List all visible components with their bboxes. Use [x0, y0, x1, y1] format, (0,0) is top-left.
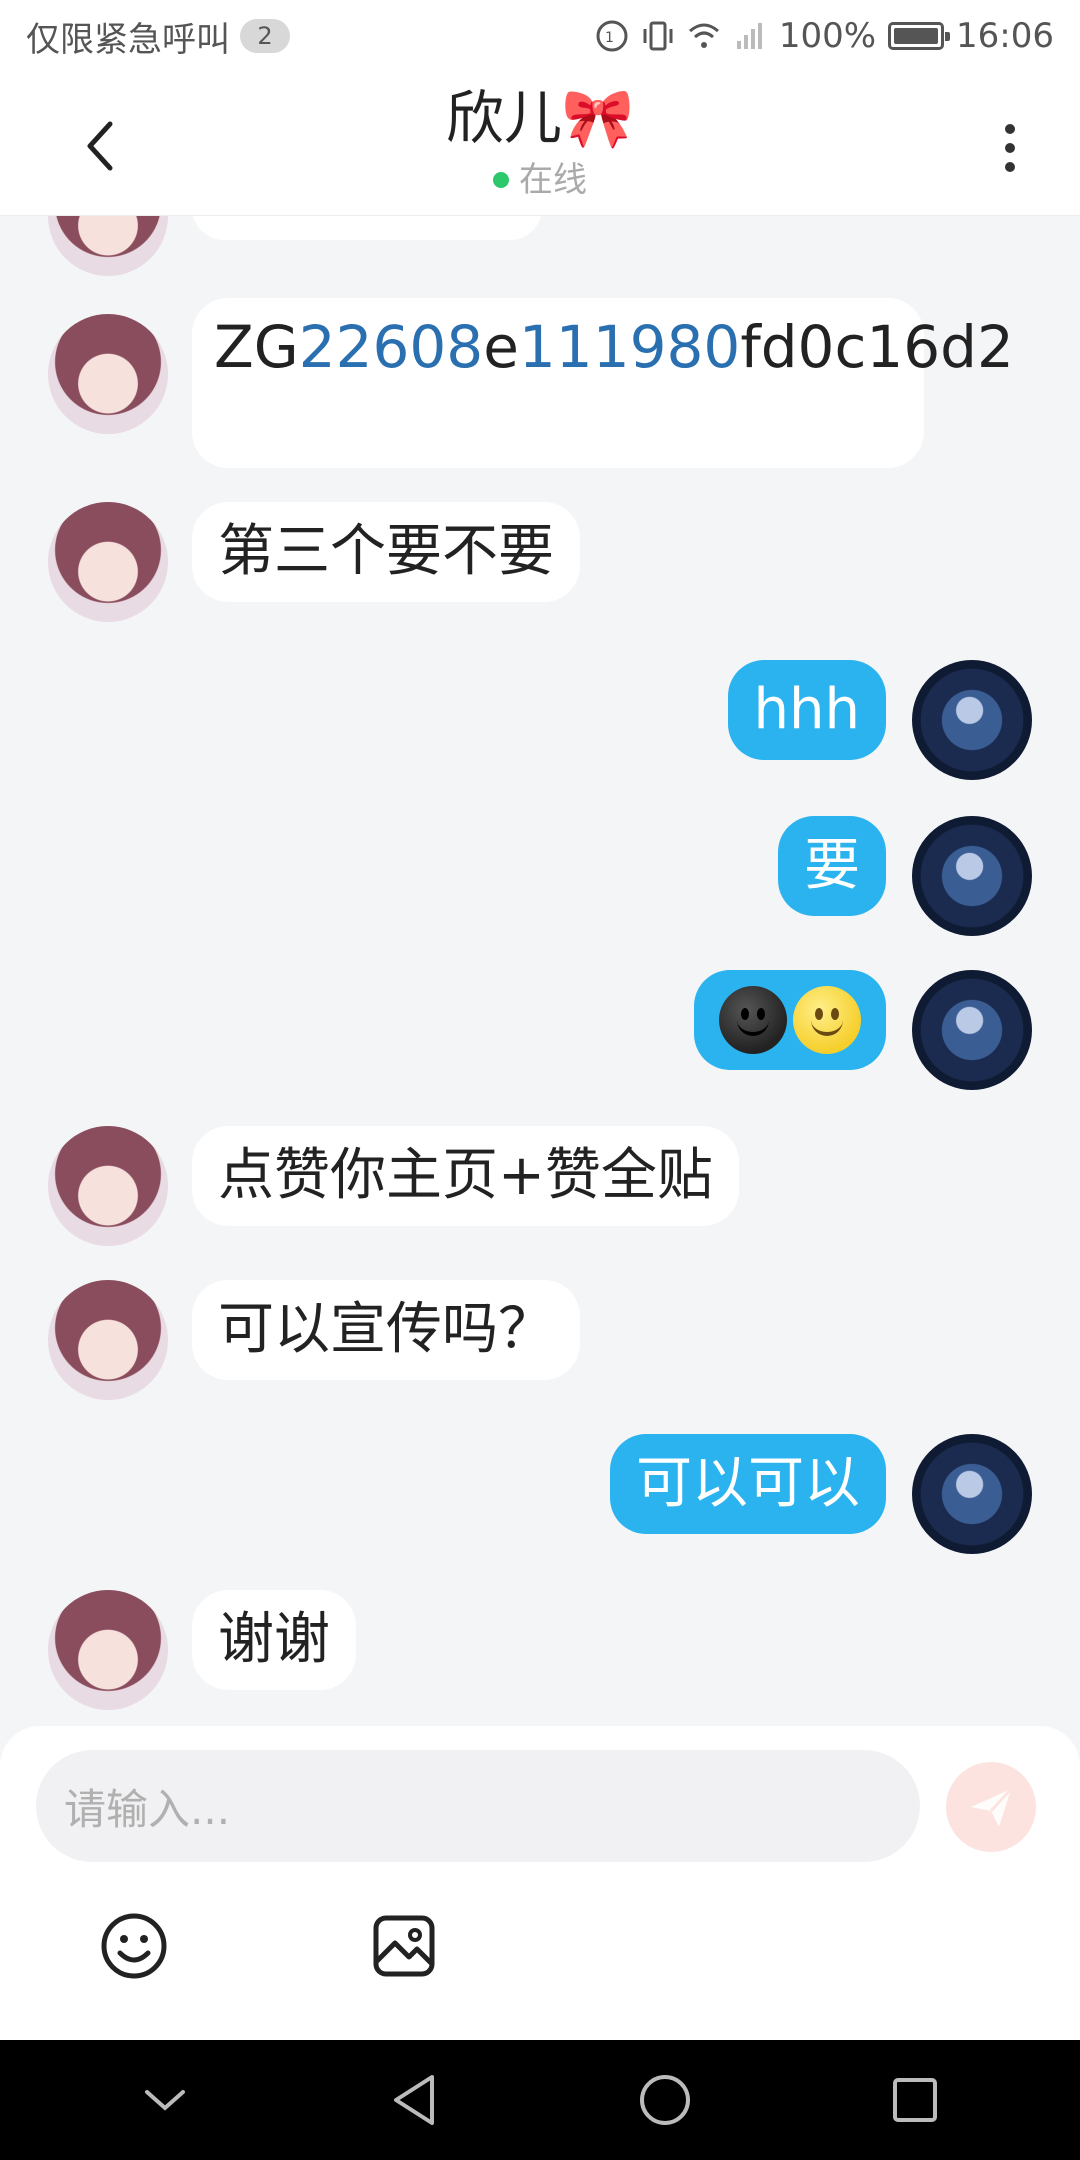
- clock: 16:06: [956, 16, 1054, 56]
- contact-avatar[interactable]: [48, 1280, 168, 1400]
- message-bubble[interactable]: [694, 970, 886, 1070]
- nav-home-button[interactable]: [625, 2060, 705, 2140]
- svg-text:1: 1: [605, 30, 614, 46]
- message-bubble[interactable]: 可以可以: [610, 1434, 886, 1534]
- message-bubble[interactable]: 第三个要不要: [192, 502, 580, 602]
- square-recents-icon: [893, 2078, 937, 2122]
- dark-smiley-icon: [719, 986, 787, 1054]
- system-nav-bar: [0, 2040, 1080, 2160]
- signal-icon: [736, 23, 762, 49]
- chat-header: 欣儿🎀 在线: [0, 72, 1080, 216]
- status-bar: 仅限紧急呼叫 2 1 100% 16:06: [0, 0, 1080, 72]
- smiley-face-icon: [101, 1913, 167, 1979]
- battery-percent: 100%: [778, 16, 877, 56]
- message-bubble[interactable]: 点赞你主页+赞全贴: [192, 1126, 739, 1226]
- smiley-icon: [793, 986, 861, 1054]
- hide-keyboard-button[interactable]: [125, 2060, 205, 2140]
- send-button[interactable]: [946, 1762, 1036, 1852]
- triangle-back-icon: [394, 2075, 434, 2125]
- online-status: 在线: [0, 158, 1080, 202]
- contact-avatar[interactable]: [48, 502, 168, 622]
- code-part: d2: [940, 313, 1014, 381]
- message-input[interactable]: 请输入...: [36, 1750, 920, 1862]
- message-bubble[interactable]: 要: [778, 816, 886, 916]
- contact-avatar[interactable]: [48, 314, 168, 434]
- message-bubble[interactable]: ZG22608e111980fd0c16d2: [192, 298, 1014, 468]
- circle-home-icon: [640, 2075, 690, 2125]
- emoji-button[interactable]: [98, 1910, 170, 1982]
- online-dot-icon: [493, 172, 509, 188]
- composer-panel: 请输入...: [0, 1726, 1080, 2040]
- nav-recents-button[interactable]: [875, 2060, 955, 2140]
- chevron-down-icon: [145, 2090, 185, 2111]
- code-part: ZG: [214, 313, 299, 381]
- message-bubble[interactable]: hhh: [727, 660, 886, 760]
- more-options-button[interactable]: [980, 108, 1040, 188]
- notification-badge: 2: [240, 19, 290, 53]
- my-avatar[interactable]: [912, 970, 1032, 1090]
- hd-call-icon: 1: [596, 20, 628, 52]
- message-list[interactable]: ZG22608e111980fd0c16d2 第三个要不要 hhh 要 点赞你主…: [0, 216, 1080, 1726]
- online-status-label: 在线: [519, 160, 587, 200]
- code-part: e: [483, 313, 519, 381]
- send-icon: [971, 1787, 1013, 1827]
- code-link-part[interactable]: 22608: [299, 313, 484, 381]
- contact-avatar[interactable]: [48, 1126, 168, 1246]
- message-bubble-partial[interactable]: [192, 216, 542, 240]
- wifi-icon: [688, 23, 719, 48]
- contact-avatar[interactable]: [48, 216, 168, 276]
- message-bubble[interactable]: 谢谢: [192, 1590, 356, 1690]
- vibrate-icon: [643, 21, 673, 51]
- carrier-text: 仅限紧急呼叫: [26, 19, 230, 60]
- my-avatar[interactable]: [912, 1434, 1032, 1554]
- battery-icon: [888, 22, 951, 50]
- image-button[interactable]: [368, 1910, 440, 1982]
- nav-back-button[interactable]: [375, 2060, 455, 2140]
- image-icon: [373, 1915, 435, 1977]
- code-part: fd0c16: [740, 313, 941, 381]
- my-avatar[interactable]: [912, 660, 1032, 780]
- code-link-part[interactable]: 111980: [519, 313, 740, 381]
- contact-avatar[interactable]: [48, 1590, 168, 1710]
- message-bubble[interactable]: 可以宣传吗？: [192, 1280, 580, 1380]
- my-avatar[interactable]: [912, 816, 1032, 936]
- contact-name: 欣儿🎀: [445, 84, 635, 152]
